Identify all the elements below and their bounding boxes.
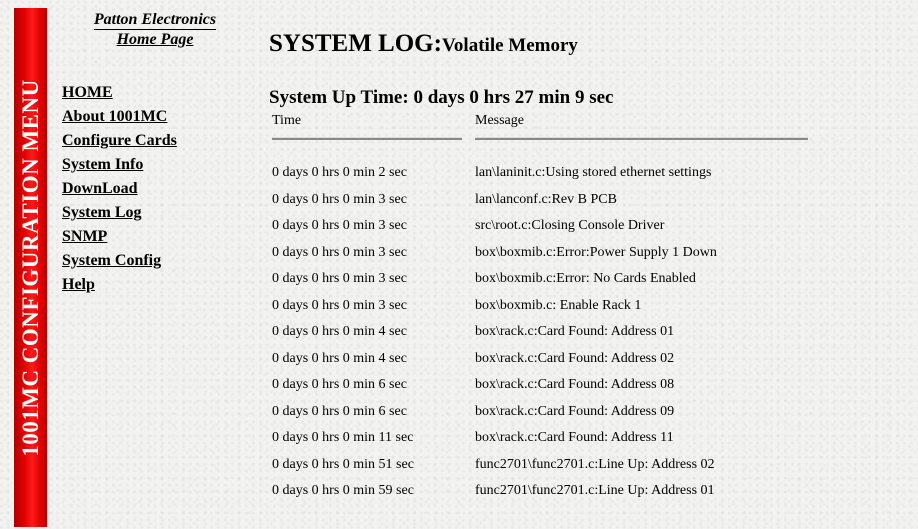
- log-row: 0 days 0 hrs 0 min 3 sec lan\lanconf.c:Re…: [272, 190, 717, 217]
- column-header-time-label: Time: [272, 113, 302, 128]
- header-rule: [272, 137, 462, 140]
- nav-item-download[interactable]: DownLoad: [62, 179, 183, 203]
- nav-item-home[interactable]: HOME: [62, 83, 183, 107]
- log-message: box\boxmib.c:Error:Power Supply 1 Down: [475, 244, 717, 260]
- log-time: 0 days 0 hrs 0 min 11 sec: [272, 430, 414, 445]
- log-table: 0 days 0 hrs 0 min 2 sec lan\laninit.c:Us…: [272, 163, 717, 508]
- log-time: 0 days 0 hrs 0 min 51 sec: [272, 456, 414, 472]
- log-row: 0 days 0 hrs 0 min 4 sec box\rack.c:Card …: [272, 322, 717, 349]
- nav-item-system-log[interactable]: System Log: [62, 203, 183, 227]
- log-time: 0 days 0 hrs 0 min 3 sec: [272, 244, 407, 260]
- nav-item-snmp[interactable]: SNMP: [62, 227, 183, 251]
- log-message: src\root.c:Closing Console Driver: [475, 218, 665, 233]
- column-header-time: Time: [272, 113, 462, 140]
- nav-item-system-config[interactable]: System Config: [62, 251, 183, 275]
- patton-home-link[interactable]: Patton Electronics Home Page: [73, 10, 237, 49]
- column-header-message-label: Message: [475, 113, 524, 128]
- log-time: 0 days 0 hrs 0 min 4 sec: [272, 350, 407, 366]
- log-row: 0 days 0 hrs 0 min 3 sec box\boxmib.c:Err…: [272, 269, 717, 296]
- log-message: box\boxmib.c:Error: No Cards Enabled: [475, 271, 696, 286]
- nav-item-configure-cards[interactable]: Configure Cards: [62, 131, 183, 155]
- nav-item-system-info[interactable]: System Info: [62, 155, 183, 179]
- banner-text: 1001MC CONFIGURATION MENU: [17, 78, 43, 457]
- home-link-line2[interactable]: Home Page: [117, 31, 194, 48]
- log-message: box\rack.c:Card Found: Address 09: [475, 403, 675, 419]
- page-subtitle: Volatile Memory: [441, 35, 578, 56]
- log-row: 0 days 0 hrs 0 min 3 sec src\root.c:Closi…: [272, 216, 717, 243]
- log-message: box\rack.c:Card Found: Address 11: [475, 430, 674, 445]
- log-row: 0 days 0 hrs 0 min 6 sec box\rack.c:Card …: [272, 402, 717, 429]
- sidebar-nav: HOME About 1001MC Configure Cards System…: [62, 83, 183, 299]
- log-row: 0 days 0 hrs 0 min 2 sec lan\laninit.c:Us…: [272, 163, 717, 190]
- log-message: box\rack.c:Card Found: Address 01: [475, 324, 675, 339]
- page-title-main: SYSTEM LOG:: [269, 30, 442, 57]
- log-time: 0 days 0 hrs 0 min 3 sec: [272, 297, 407, 313]
- log-time: 0 days 0 hrs 0 min 4 sec: [272, 324, 407, 339]
- log-row: 0 days 0 hrs 0 min 3 sec box\boxmib.c: En…: [272, 296, 717, 323]
- log-message: func2701\func2701.c:Line Up: Address 01: [475, 483, 715, 498]
- nav-item-about[interactable]: About 1001MC: [62, 107, 183, 131]
- log-row: 0 days 0 hrs 0 min 11 sec box\rack.c:Card…: [272, 428, 717, 455]
- log-message: box\rack.c:Card Found: Address 02: [475, 350, 675, 366]
- log-time: 0 days 0 hrs 0 min 6 sec: [272, 403, 407, 419]
- log-message: box\boxmib.c: Enable Rack 1: [475, 297, 642, 313]
- log-message: box\rack.c:Card Found: Address 08: [475, 377, 675, 392]
- log-time: 0 days 0 hrs 0 min 59 sec: [272, 483, 414, 498]
- system-uptime: System Up Time: 0 days 0 hrs 27 min 9 se…: [269, 87, 614, 108]
- log-time: 0 days 0 hrs 0 min 3 sec: [272, 191, 407, 207]
- log-message: lan\laninit.c:Using stored ethernet sett…: [475, 165, 712, 180]
- column-header-message: Message: [475, 113, 808, 140]
- header-rule: [475, 137, 808, 140]
- log-row: 0 days 0 hrs 0 min 4 sec box\rack.c:Card …: [272, 349, 717, 376]
- nav-item-help[interactable]: Help: [62, 275, 183, 299]
- log-time: 0 days 0 hrs 0 min 3 sec: [272, 218, 407, 233]
- log-row: 0 days 0 hrs 0 min 6 sec box\rack.c:Card …: [272, 375, 717, 402]
- log-row: 0 days 0 hrs 0 min 51 sec func2701\func27…: [272, 455, 717, 482]
- config-menu-banner: 1001MC CONFIGURATION MENU: [14, 8, 47, 527]
- home-link-line1[interactable]: Patton Electronics: [93, 10, 217, 30]
- log-time: 0 days 0 hrs 0 min 6 sec: [272, 377, 407, 392]
- page-title: SYSTEM LOG:Volatile Memory: [269, 30, 578, 58]
- log-time: 0 days 0 hrs 0 min 3 sec: [272, 271, 407, 286]
- log-message: func2701\func2701.c:Line Up: Address 02: [475, 456, 715, 472]
- log-time: 0 days 0 hrs 0 min 2 sec: [272, 165, 407, 180]
- log-message: lan\lanconf.c:Rev B PCB: [475, 191, 617, 207]
- log-row: 0 days 0 hrs 0 min 3 sec box\boxmib.c:Err…: [272, 243, 717, 270]
- log-row: 0 days 0 hrs 0 min 59 sec func2701\func27…: [272, 481, 717, 508]
